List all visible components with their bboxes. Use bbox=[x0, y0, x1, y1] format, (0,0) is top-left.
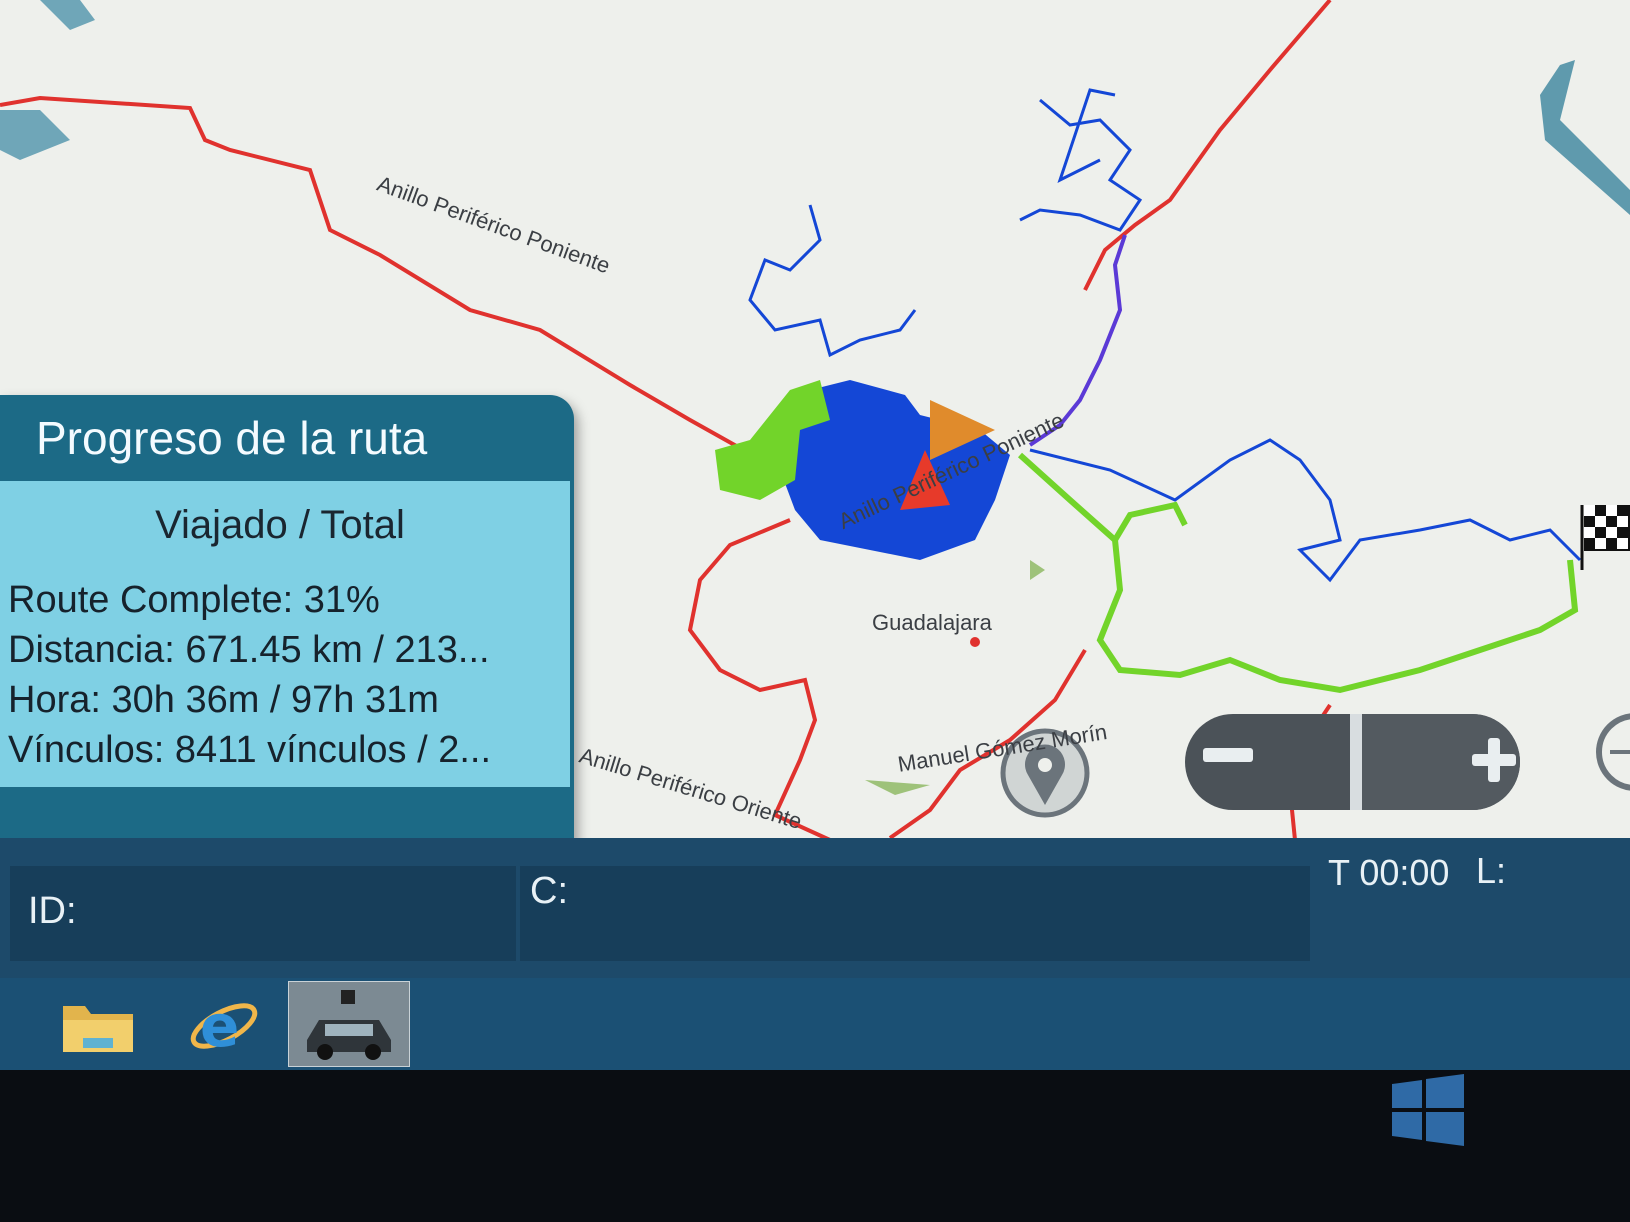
monitor-bezel bbox=[0, 1070, 1630, 1222]
zoom-control bbox=[1185, 714, 1520, 810]
zoom-out-button[interactable] bbox=[1185, 714, 1350, 810]
car-app-icon[interactable] bbox=[288, 981, 410, 1067]
traveled-route bbox=[1029, 438, 1582, 583]
status-bar: ID: C: T 00:00 L: bbox=[0, 838, 1630, 978]
time-stat: Hora: 30h 36m / 97h 31m bbox=[8, 679, 439, 721]
folder-icon[interactable] bbox=[55, 984, 143, 1062]
city-marker bbox=[970, 637, 980, 647]
panel-subtitle: Viajado / Total bbox=[155, 503, 405, 547]
traveled-route bbox=[748, 204, 917, 358]
zoom-divider bbox=[1350, 714, 1362, 810]
park-shape bbox=[1030, 560, 1045, 580]
links-stat: Vínculos: 8411 vínculos / 2... bbox=[8, 729, 492, 771]
zoom-in-button[interactable] bbox=[1362, 714, 1520, 810]
compass-icon[interactable] bbox=[1596, 713, 1630, 791]
route-complete-stat: Route Complete: 31% bbox=[8, 579, 380, 621]
minus-icon bbox=[1203, 748, 1253, 762]
screen: Anillo Periférico Poniente Anillo Perifé… bbox=[0, 0, 1630, 1070]
c-label: C: bbox=[530, 870, 568, 912]
time-label: T 00:00 bbox=[1328, 852, 1450, 893]
water-shape bbox=[1540, 60, 1630, 215]
route-progress-panel: Progreso de la ruta Viajado / Total Rout… bbox=[0, 395, 574, 865]
id-field: ID: bbox=[10, 866, 516, 961]
checkered-flag-icon bbox=[1580, 505, 1630, 570]
park-shape bbox=[865, 780, 930, 795]
water-shape bbox=[0, 110, 70, 160]
water-shape bbox=[40, 0, 95, 30]
l-label: L: bbox=[1476, 850, 1507, 891]
city-label: Guadalajara bbox=[872, 610, 992, 635]
windows-logo-icon bbox=[1392, 1074, 1464, 1146]
distance-stat: Distancia: 671.45 km / 213... bbox=[8, 629, 490, 671]
internet-explorer-icon[interactable]: e bbox=[180, 984, 268, 1062]
c-field: C: bbox=[520, 866, 1310, 961]
plus-icon-vertical bbox=[1488, 738, 1500, 782]
svg-text:e: e bbox=[200, 992, 239, 1060]
pending-route bbox=[1112, 501, 1188, 542]
time-field: T 00:00 L: bbox=[1316, 838, 1630, 933]
taskbar: e bbox=[0, 978, 1630, 1070]
traveled-route bbox=[1019, 88, 1143, 232]
panel-body: Viajado / Total Route Complete: 31% Dist… bbox=[0, 481, 570, 787]
pending-route bbox=[1017, 452, 1579, 694]
panel-title: Progreso de la ruta bbox=[36, 412, 428, 464]
id-label: ID: bbox=[28, 890, 77, 932]
